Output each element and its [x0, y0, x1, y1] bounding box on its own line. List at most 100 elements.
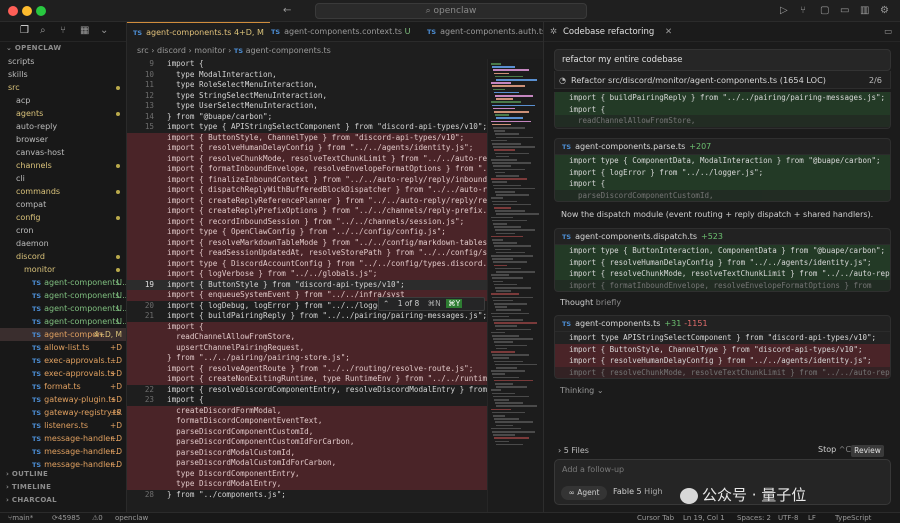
tree-file[interactable]: TS exec-approvals.ts +D	[0, 367, 126, 380]
code-line-removed[interactable]: parseDiscordModalCustomIdForCarbon,	[127, 458, 487, 469]
outline-section-header[interactable]: › OUTLINE	[0, 468, 127, 481]
thinking-indicator[interactable]: Thinking ⌄	[560, 386, 604, 395]
code-line-removed[interactable]: createDiscordFormModal,	[127, 405, 487, 416]
search-sidebar-icon[interactable]: ⌕	[40, 25, 46, 36]
cursor-position[interactable]: Ln 19, Col 1	[683, 513, 725, 523]
files-icon[interactable]: ❐	[20, 25, 29, 36]
settings-gear-icon[interactable]: ⚙	[880, 4, 889, 18]
code-line-removed[interactable]: import { resolveAgentRoute } from "../..…	[127, 363, 487, 374]
code-line[interactable]: 14} from "@buape/carbon";	[127, 112, 487, 123]
line-endings[interactable]: LF	[808, 513, 816, 523]
diff-card-dispatch[interactable]: TS agent-components.dispatch.ts +523 impor…	[554, 228, 891, 292]
code-line-removed[interactable]: upsertChannelPairingRequest,	[127, 342, 487, 353]
indentation[interactable]: Spaces: 2	[737, 513, 771, 523]
tree-file[interactable]: TS exec-approvals.t... +D	[0, 354, 126, 367]
tree-folder[interactable]: src	[0, 81, 126, 94]
branch-indicator[interactable]: ⑂ main*	[8, 513, 33, 523]
code-line-removed[interactable]: import { resolveChunkMode, resolveTextCh…	[127, 153, 487, 164]
code-line[interactable]: 15 import type { APIStringSelectComponent…	[127, 122, 487, 133]
problems-indicator[interactable]: ⚠ 0	[92, 513, 103, 523]
code-line-removed[interactable]: import type { OpenClawConfig } from "../…	[127, 227, 487, 238]
code-line-removed[interactable]: import {	[127, 321, 487, 332]
project-name[interactable]: openclaw	[115, 513, 148, 523]
minimize-window-button[interactable]	[22, 6, 32, 16]
code-line-removed[interactable]: parseDiscordComponentCustomIdForCarbon,	[127, 437, 487, 448]
tree-folder[interactable]: channels	[0, 159, 126, 172]
find-accept-button[interactable]: ⌘Y	[446, 299, 463, 308]
tree-folder[interactable]: commands	[0, 185, 126, 198]
tree-folder[interactable]: cli	[0, 172, 126, 185]
source-control-icon[interactable]: ⑂	[800, 4, 806, 18]
tree-file[interactable]: TS message-handler... +D	[0, 432, 126, 445]
more-icon[interactable]: ⌄	[100, 25, 108, 36]
code-line-removed[interactable]: parseDiscordModalCustomId,	[127, 447, 487, 458]
code-line-removed[interactable]: import { resolveHumanDelayConfig } from …	[127, 143, 487, 154]
diff-card-parse[interactable]: TS agent-components.parse.ts +207 import t…	[554, 138, 891, 202]
tree-folder[interactable]: acp	[0, 94, 126, 107]
tree-file[interactable]: TS agent-components... U	[0, 276, 126, 289]
stop-button[interactable]: Stop ^C	[818, 445, 851, 454]
find-widget[interactable]: ⌃ 1 of 8 ⌘N ⌘Y	[378, 297, 485, 311]
agent-mode-selector[interactable]: ∞ Agent	[561, 486, 607, 500]
code-line[interactable]: 23 import {	[127, 395, 487, 406]
code-line-removed[interactable]: import { recordInboundSession } from "..…	[127, 216, 487, 227]
tab-agent-components-context[interactable]: TS agent-components.context.ts U	[265, 22, 417, 42]
code-line-removed[interactable]: type DiscordComponentEntry,	[127, 468, 487, 479]
tree-folder[interactable]: discord	[0, 250, 126, 263]
charcoal-section-header[interactable]: › CHARCOAL	[0, 494, 127, 507]
code-line[interactable]: 13 type UserSelectMenuInteraction,	[127, 101, 487, 112]
explorer-section-header[interactable]: ⌄ OPENCLAW	[0, 42, 126, 55]
tree-folder[interactable]: auto-reply	[0, 120, 126, 133]
code-line[interactable]: 10 type ModalInteraction,	[127, 70, 487, 81]
tree-folder[interactable]: browser	[0, 133, 126, 146]
find-shortcut[interactable]: ⌘N	[428, 299, 441, 308]
code-line-removed[interactable]: import { createReplyReferencePlanner } f…	[127, 195, 487, 206]
encoding[interactable]: UTF-8	[778, 513, 798, 523]
sidebar-toggle-icon[interactable]: ▭	[884, 22, 892, 42]
tree-folder[interactable]: skills	[0, 68, 126, 81]
zoom-window-button[interactable]	[36, 6, 46, 16]
diff-card-main[interactable]: TS agent-components.ts +31 -1151 import typ…	[554, 315, 891, 379]
tree-file[interactable]: TS allow-list.ts +D	[0, 341, 126, 354]
code-line[interactable]: 22 import { resolveDiscordComponentEntry,…	[127, 385, 487, 396]
minimap[interactable]	[487, 59, 543, 512]
changed-files-toggle[interactable]: › 5 Files	[558, 446, 589, 455]
code-line[interactable]: 21 import { buildPairingReply } from "../…	[127, 311, 487, 322]
sync-indicator[interactable]: ⟳ 45985	[52, 513, 80, 523]
tree-file[interactable]: TS gateway-plugin.ts +D	[0, 393, 126, 406]
tree-file[interactable]: TS message-handler... +D	[0, 445, 126, 458]
tab-agent-components[interactable]: TS agent-components.ts 4+D, M	[127, 22, 270, 42]
chevron-up-icon[interactable]: ⌃	[383, 299, 389, 308]
tree-folder[interactable]: agents	[0, 107, 126, 120]
code-editor[interactable]: 9 import {10 type ModalInteraction, 11 typ…	[127, 59, 487, 512]
tree-folder[interactable]: compat	[0, 198, 126, 211]
tree-folder[interactable]: config	[0, 211, 126, 224]
code-line-removed[interactable]: import { dispatchReplyWithBufferedBlockD…	[127, 185, 487, 196]
code-line-removed[interactable]: readChannelAllowFromStore,	[127, 332, 487, 343]
cursor-tab-status[interactable]: Cursor Tab	[637, 513, 674, 523]
tree-file[interactable]: TS agent-components... U	[0, 315, 126, 328]
thought-label[interactable]: Thought briefly	[560, 298, 621, 307]
breadcrumb-item[interactable]: discord	[157, 46, 186, 55]
tree-file[interactable]: TS gateway-registry.ts +R	[0, 406, 126, 419]
code-line-removed[interactable]: } from "../../pairing/pairing-store.js";	[127, 353, 487, 364]
tree-file[interactable]: TS agent-compon... 4+D, M	[0, 328, 126, 341]
code-line-removed[interactable]: import type { DiscordAccountConfig } fro…	[127, 258, 487, 269]
tree-file[interactable]: TS format.ts +D	[0, 380, 126, 393]
tree-file[interactable]: TS agent-components... U	[0, 302, 126, 315]
breadcrumb-item[interactable]: agent-components.ts	[246, 46, 331, 55]
code-line-removed[interactable]: import { formatInboundEnvelope, resolveE…	[127, 164, 487, 175]
code-line[interactable]: 11 type RoleSelectMenuInteraction,	[127, 80, 487, 91]
close-icon[interactable]: ✕	[665, 27, 672, 37]
code-line-removed[interactable]: import { ButtonStyle, ChannelType } from…	[127, 132, 487, 143]
source-control-sidebar-icon[interactable]: ⑂	[60, 25, 66, 36]
code-line-removed[interactable]: import { resolveMarkdownTableMode } from…	[127, 237, 487, 248]
toggle-panel-icon[interactable]: ▭	[840, 4, 849, 18]
split-editor-icon[interactable]: ▢	[820, 4, 829, 18]
timeline-section-header[interactable]: › TIMELINE	[0, 481, 127, 494]
breadcrumb-item[interactable]: monitor	[194, 46, 225, 55]
run-icon[interactable]: ▷	[780, 4, 788, 18]
tree-file[interactable]: TS agent-components... U	[0, 289, 126, 302]
model-selector[interactable]: Fable 5 High	[613, 487, 663, 496]
extensions-icon[interactable]: ▦	[80, 25, 89, 36]
